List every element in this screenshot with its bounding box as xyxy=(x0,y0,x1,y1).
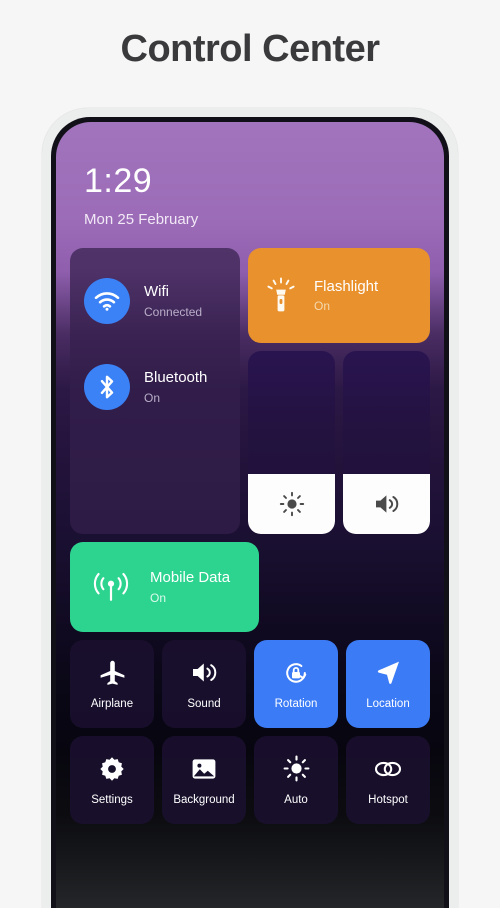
toggle-row-2: Settings Background Auto Hotspot xyxy=(70,736,430,824)
toggle-auto-label: Auto xyxy=(284,793,308,806)
top-tile-row: Wifi Connected Bluetooth On Flashlight O… xyxy=(70,248,430,534)
bluetooth-status: On xyxy=(144,390,161,405)
phone-bezel: 1:29 Mon 25 February Wifi Connected Blue… xyxy=(51,117,449,908)
volume-slider[interactable] xyxy=(343,351,430,534)
mobile-data-text: Mobile Data On xyxy=(150,569,230,605)
bluetooth-title: Bluetooth xyxy=(144,369,208,387)
wifi-title: Wifi xyxy=(144,283,169,301)
flashlight-icon xyxy=(266,277,296,315)
connectivity-panel: Wifi Connected Bluetooth On xyxy=(70,248,240,534)
hotspot-icon xyxy=(373,755,403,783)
quick-settings-panel: Wifi Connected Bluetooth On Flashlight O… xyxy=(56,228,444,824)
slider-group xyxy=(248,351,430,534)
phone-frame: 1:29 Mon 25 February Wifi Connected Blue… xyxy=(42,108,458,908)
airplane-icon xyxy=(99,659,126,687)
page-title: Control Center xyxy=(120,28,381,70)
toggle-background[interactable]: Background xyxy=(162,736,246,824)
flashlight-text: Flashlight On xyxy=(314,278,378,314)
status-clock: 1:29 Mon 25 February xyxy=(56,122,444,228)
toggle-location-label: Location xyxy=(366,697,410,710)
sound-icon xyxy=(190,659,219,687)
volume-icon xyxy=(373,492,401,516)
toggle-hotspot[interactable]: Hotspot xyxy=(346,736,430,824)
toggle-rotation-label: Rotation xyxy=(274,697,318,710)
mobile-data-title: Mobile Data xyxy=(150,569,231,587)
mobile-data-status: On xyxy=(150,590,167,605)
clock-time: 1:29 xyxy=(84,162,153,200)
clock-date: Mon 25 February xyxy=(84,211,199,228)
toggle-settings[interactable]: Settings xyxy=(70,736,154,824)
flashlight-title: Flashlight xyxy=(314,277,379,295)
location-icon xyxy=(375,659,402,687)
auto-brightness-icon xyxy=(283,755,310,783)
bluetooth-tile[interactable]: Bluetooth On xyxy=(70,344,240,430)
phone-screen: 1:29 Mon 25 February Wifi Connected Blue… xyxy=(56,122,444,908)
toggle-row-1: Airplane Sound Rotation Location xyxy=(70,640,430,728)
image-icon xyxy=(191,755,217,783)
toggle-grid: Airplane Sound Rotation Location Setting… xyxy=(70,640,430,824)
brightness-slider-fill xyxy=(248,473,335,534)
wifi-text: Wifi Connected xyxy=(144,283,202,319)
bluetooth-text: Bluetooth On xyxy=(144,369,207,405)
toggle-auto[interactable]: Auto xyxy=(254,736,338,824)
toggle-hotspot-label: Hotspot xyxy=(368,793,408,806)
brightness-slider[interactable] xyxy=(248,351,335,534)
gear-icon xyxy=(99,755,125,783)
flashlight-tile[interactable]: Flashlight On xyxy=(248,248,430,343)
bluetooth-icon xyxy=(84,364,130,410)
toggle-location[interactable]: Location xyxy=(346,640,430,728)
toggle-sound[interactable]: Sound xyxy=(162,640,246,728)
wifi-icon xyxy=(84,278,130,324)
toggle-rotation[interactable]: Rotation xyxy=(254,640,338,728)
wifi-tile[interactable]: Wifi Connected xyxy=(70,258,240,344)
toggle-sound-label: Sound xyxy=(187,697,221,710)
brightness-icon xyxy=(279,491,305,517)
rotation-lock-icon xyxy=(282,659,310,687)
toggle-airplane[interactable]: Airplane xyxy=(70,640,154,728)
toggle-background-label: Background xyxy=(173,793,235,806)
flashlight-status: On xyxy=(314,299,331,314)
wifi-status: Connected xyxy=(144,304,203,319)
toggle-airplane-label: Airplane xyxy=(90,697,134,710)
mobile-data-tile[interactable]: Mobile Data On xyxy=(70,542,259,632)
right-tile-column: Flashlight On xyxy=(248,248,430,534)
toggle-settings-label: Settings xyxy=(91,793,133,806)
cell-signal-icon xyxy=(90,570,132,604)
volume-slider-fill xyxy=(343,473,430,534)
